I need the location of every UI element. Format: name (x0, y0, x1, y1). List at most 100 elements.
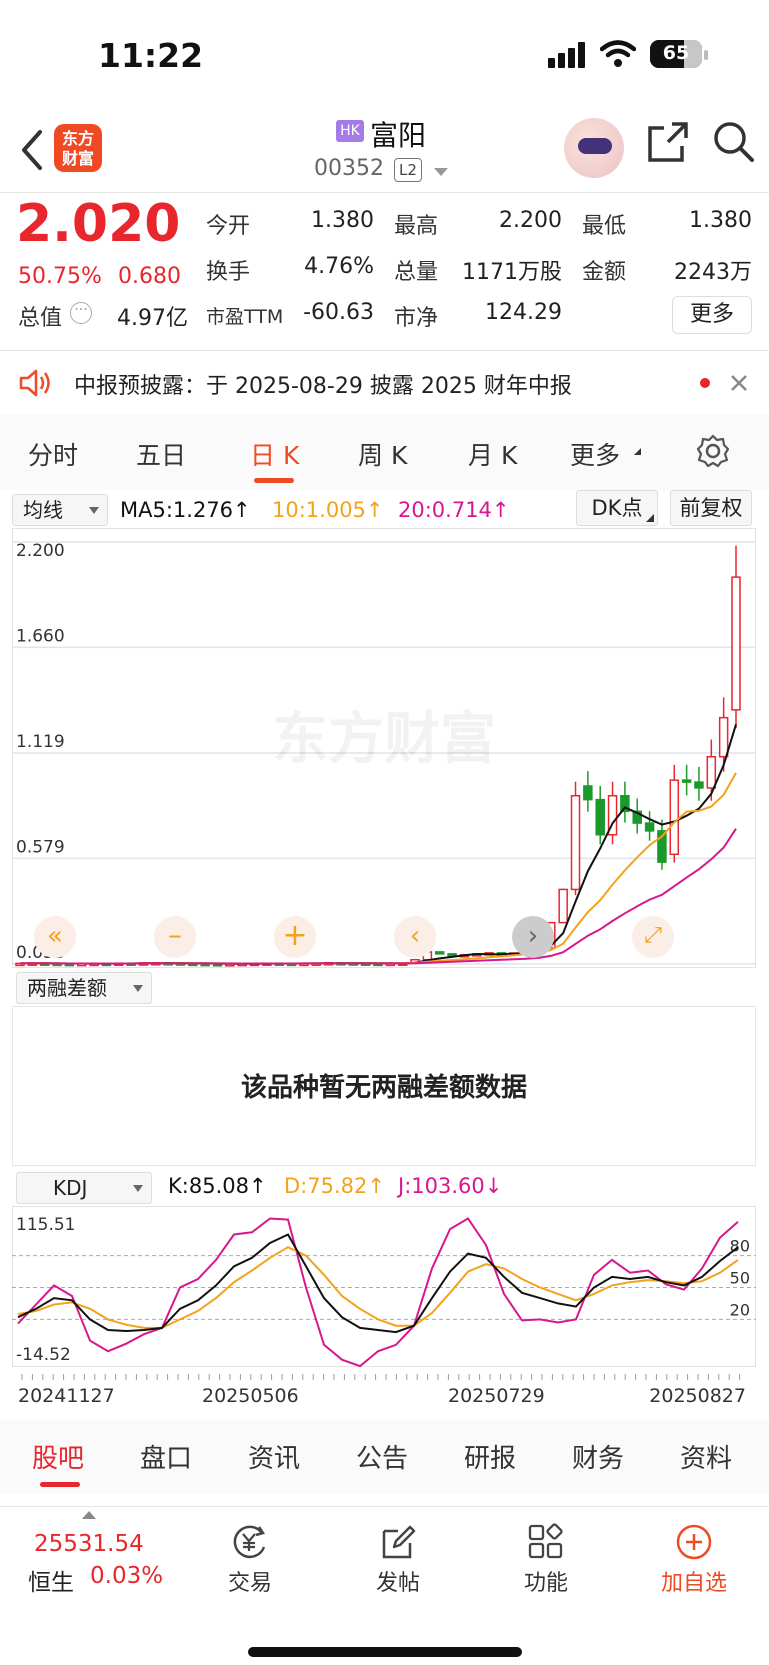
add-watchlist-label: 加自选 (660, 1571, 727, 1596)
high-value: 2.200 (499, 208, 562, 233)
back-arrow-icon[interactable] (18, 128, 48, 172)
ma20-label: 20:0.714↑ (398, 498, 510, 522)
index-value[interactable]: 25531.54 (34, 1531, 144, 1557)
kdj-chart[interactable]: 80 50 20 115.51 -14.52 20241127 20250506 202507… (12, 1206, 756, 1416)
candle (434, 951, 445, 955)
market-badge: HK (336, 120, 364, 142)
y-tick-label: 2.200 (16, 541, 65, 561)
settings-gear-icon[interactable] (696, 434, 730, 468)
scroll-right-icon[interactable]: › (512, 916, 554, 958)
kline-chart[interactable]: 2.2001.6601.1190.5790.038东方财富 (12, 528, 756, 968)
logo-text-1: 东方 (61, 129, 94, 148)
y-tick-label: 1.119 (16, 732, 65, 752)
trade-button[interactable]: 交易 (218, 1523, 282, 1597)
tab-five-day[interactable]: 五日 (136, 436, 186, 472)
functions-label: 功能 (523, 1571, 568, 1596)
edit-post-icon (382, 1525, 416, 1559)
turnover-label: 换手 (206, 260, 251, 285)
y-tick-label: 0.579 (16, 837, 65, 857)
more-corner-icon (634, 448, 641, 455)
volume-value: 1171万股 (462, 260, 562, 285)
y-tick-label: 1.660 (16, 626, 65, 646)
x-tick-label: 20250827 (649, 1385, 746, 1407)
add-circle-icon (676, 1524, 712, 1560)
status-bar: 11:22 65 (0, 0, 769, 110)
scroll-start-icon[interactable]: « (34, 916, 76, 958)
kdj-k-value: K:85.08↑ (168, 1174, 267, 1198)
unread-dot (700, 378, 710, 388)
chevron-down-icon (133, 985, 143, 992)
kdj-ref-label: 80 (730, 1237, 750, 1256)
kdj-ref-label: 50 (730, 1269, 750, 1288)
candle (681, 779, 692, 783)
kdj-frame (12, 1206, 756, 1367)
change-percent: 50.75% (18, 264, 102, 289)
low-label: 最低 (582, 214, 627, 239)
functions-button[interactable]: 功能 (514, 1523, 578, 1597)
post-button[interactable]: 发帖 (366, 1523, 430, 1597)
x-tick-label: 20250506 (202, 1385, 299, 1407)
candle (558, 888, 568, 924)
tab-more[interactable]: 更多 (570, 436, 620, 472)
amount-value: 2243万 (674, 260, 752, 285)
zoom-out-icon[interactable]: – (154, 916, 196, 958)
kdj-j-value: J:103.60↓ (398, 1174, 503, 1198)
fullscreen-icon[interactable]: ⤢ (632, 916, 674, 958)
kdj-select[interactable]: KDJ (16, 1172, 152, 1204)
tab-research[interactable]: 研报 (464, 1438, 516, 1475)
tab-monthly-k[interactable]: 月 K (468, 436, 517, 472)
tab-profile[interactable]: 资料 (680, 1438, 732, 1475)
level-badge: L2 (394, 158, 422, 182)
tab-weekly-k[interactable]: 周 K (358, 436, 407, 472)
kdj-d-value: D:75.82↑ (284, 1174, 385, 1198)
add-watchlist-button[interactable]: 加自选 (654, 1523, 734, 1597)
wifi-icon (600, 40, 636, 67)
kdj-select-label: KDJ (53, 1176, 88, 1200)
margin-empty-text: 该品种暂无两融差额数据 (240, 1073, 527, 1103)
kdj-ymin-label: -14.52 (16, 1345, 71, 1365)
adjust-button[interactable]: 前复权 (670, 490, 752, 526)
zoom-in-icon[interactable]: + (274, 916, 316, 958)
quote-panel: 2.020 50.75% 0.680 今开 1.380 最高 2.200 最低 … (0, 192, 769, 350)
tab-announcements[interactable]: 公告 (356, 1438, 408, 1475)
tab-financials[interactable]: 财务 (572, 1438, 624, 1475)
candle (694, 781, 704, 789)
active-content-tab-indicator (40, 1482, 80, 1487)
grid-apps-icon (528, 1523, 563, 1559)
tab-guba[interactable]: 股吧 (32, 1438, 84, 1475)
candle (583, 785, 593, 801)
ma-line (19, 828, 737, 965)
index-change: 0.03% (90, 1563, 164, 1589)
tab-daily-k[interactable]: 日 K (250, 436, 299, 472)
ma10-label: 10:1.005↑ (272, 498, 384, 522)
more-quote-button[interactable]: 更多 (672, 296, 752, 334)
volume-label: 总量 (394, 260, 439, 285)
scroll-left-icon[interactable]: ‹ (394, 916, 436, 958)
signal-icon (548, 42, 585, 68)
indicator-select-label: 均线 (23, 498, 63, 522)
expand-up-icon[interactable] (82, 1511, 96, 1519)
notice-bar[interactable]: 中报预披露：于 2025-08-29 披露 2025 财年中报 (0, 352, 769, 414)
trade-label: 交易 (227, 1571, 272, 1596)
tab-news[interactable]: 资讯 (248, 1438, 300, 1475)
close-icon[interactable] (730, 374, 748, 392)
margin-select[interactable]: 两融差额 (16, 972, 152, 1004)
candle (718, 716, 729, 758)
amount-label: 金额 (582, 260, 627, 285)
last-price: 2.020 (16, 194, 181, 254)
info-icon[interactable]: ··· (70, 302, 92, 324)
tab-intraday[interactable]: 分时 (28, 436, 78, 472)
candle (570, 794, 581, 891)
share-icon[interactable] (646, 120, 690, 164)
indicator-select[interactable]: 均线 (12, 494, 108, 526)
x-tick-label: 20241127 (18, 1385, 115, 1407)
dk-corner-icon (646, 514, 654, 522)
robot-visor (578, 138, 612, 154)
kdj-line (17, 1217, 739, 1368)
status-time: 11:22 (98, 36, 204, 75)
tab-orderbook[interactable]: 盘口 (140, 1438, 192, 1475)
kdj-line (17, 1233, 739, 1334)
stock-name[interactable]: 富阳 (370, 114, 426, 154)
search-icon[interactable] (712, 120, 756, 164)
stock-switch-caret-icon[interactable] (434, 168, 448, 176)
